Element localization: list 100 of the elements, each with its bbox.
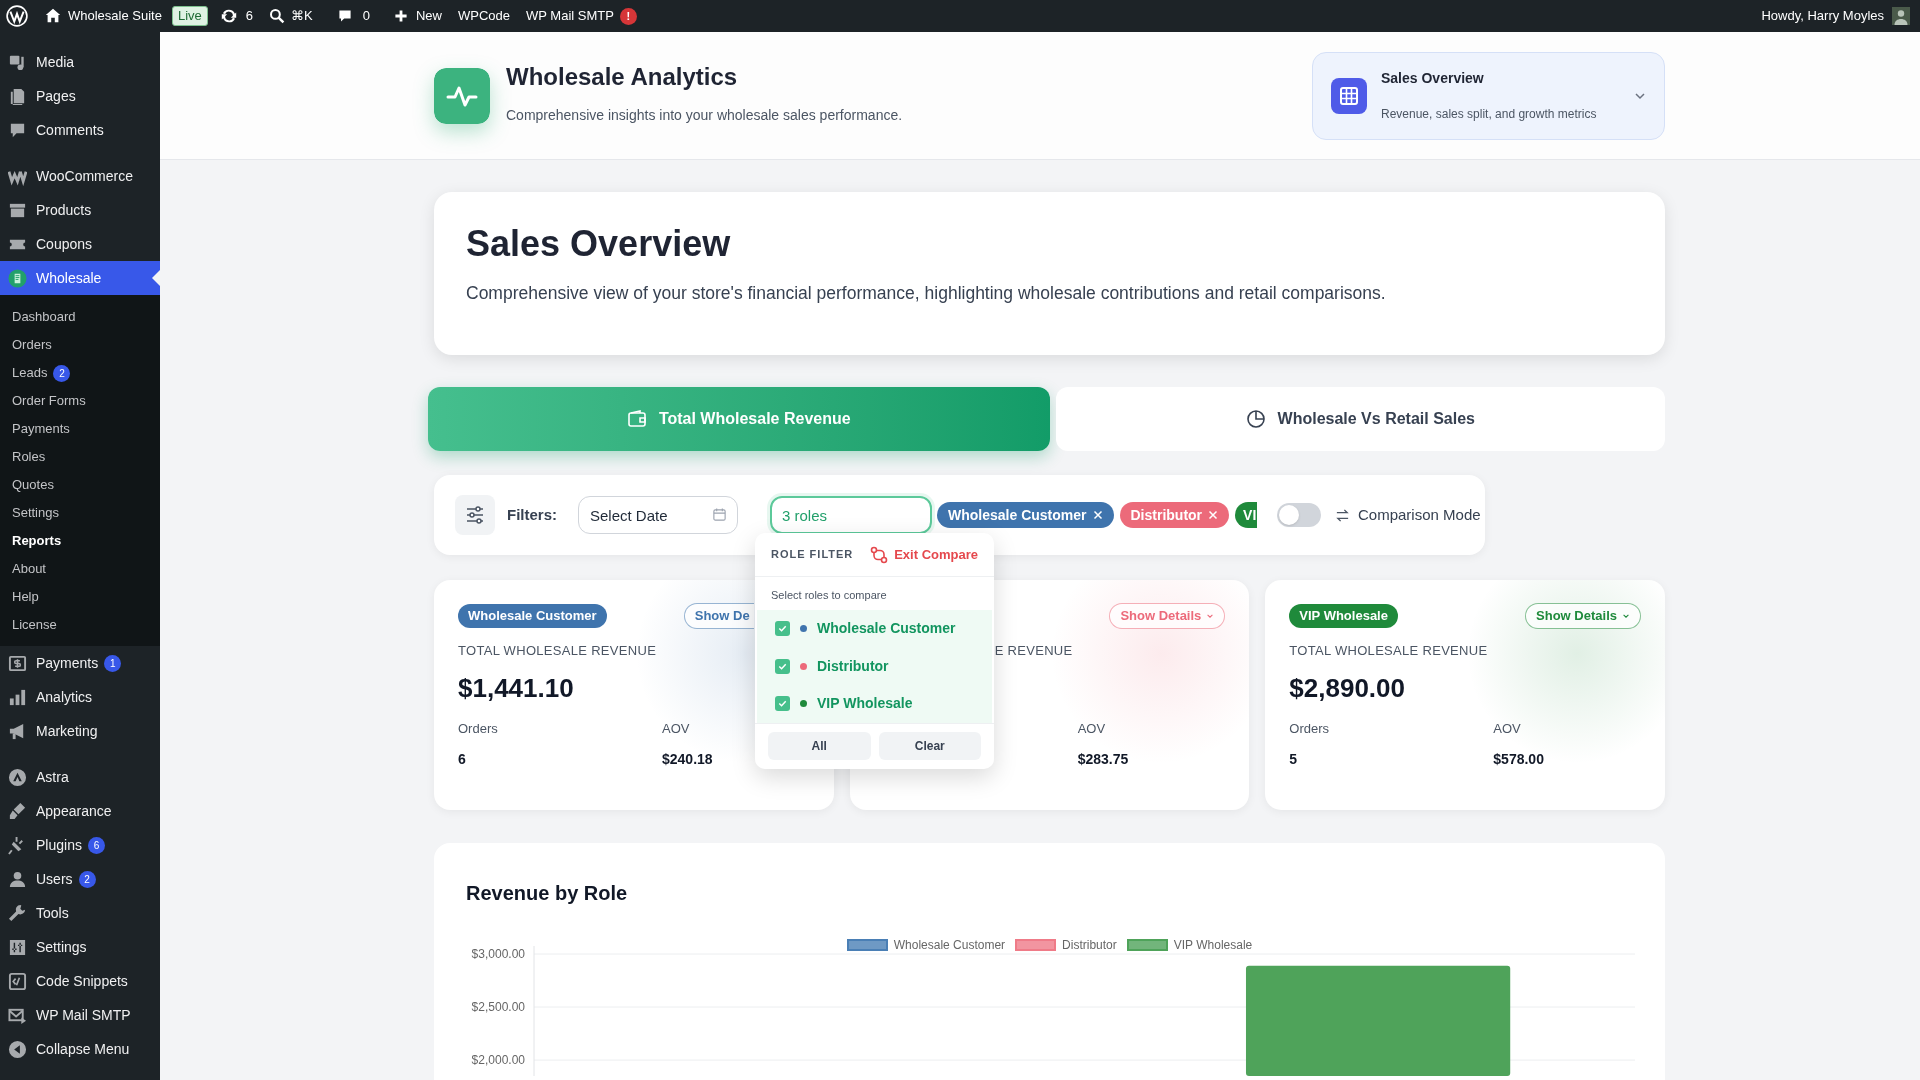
role-badge: Wholesale Customer xyxy=(458,604,607,628)
submenu-item[interactable]: About xyxy=(0,555,160,583)
user-icon xyxy=(8,869,27,889)
sidebar-item[interactable]: Products xyxy=(0,193,160,227)
section-title: Sales Overview xyxy=(466,222,732,266)
check-icon xyxy=(777,698,788,710)
legend-label[interactable]: Distributor xyxy=(1062,936,1117,954)
picker-subtitle: Revenue, sales split, and growth metrics xyxy=(1381,106,1597,123)
sidebar-item[interactable]: Pages xyxy=(0,79,160,113)
submenu-item[interactable]: Payments xyxy=(0,415,160,443)
submenu-item[interactable]: Help xyxy=(0,583,160,611)
checkbox[interactable] xyxy=(775,621,790,637)
wordpress-logo-icon[interactable] xyxy=(6,5,28,27)
menu-button[interactable]: Clear xyxy=(878,732,981,761)
sidebar-item[interactable]: Appearance xyxy=(0,794,160,828)
revenue-label: TOTAL WHOLESALE REVENUE xyxy=(1289,642,1489,660)
show-details-button[interactable]: Show De xyxy=(683,603,754,629)
submenu-item[interactable]: Leads 2 xyxy=(0,359,160,387)
sidebar-item[interactable]: Code Snippets xyxy=(0,964,160,998)
home-icon xyxy=(44,7,62,25)
submenu-item[interactable]: Reports xyxy=(0,527,160,555)
sidebar-item[interactable]: Payments 1 xyxy=(0,646,160,680)
sidebar-item[interactable]: Astra xyxy=(0,760,160,794)
submenu-item[interactable]: Orders xyxy=(0,331,160,359)
check-icon xyxy=(777,623,788,635)
new-link[interactable]: New xyxy=(393,6,442,26)
wrench-icon xyxy=(8,903,27,923)
role-chip: Wholesale Customer xyxy=(937,502,1114,528)
count-badge: 1 xyxy=(104,654,122,672)
sidebar-item[interactable]: Analytics xyxy=(0,680,160,714)
revenue-label: TOTAL WHOLESALE REVENUE xyxy=(458,642,658,660)
sidebar-item[interactable]: Comments xyxy=(0,113,160,147)
sidebar-item[interactable]: Collapse Menu xyxy=(0,1032,160,1066)
section-description: Comprehensive view of your store's financial performance, highlighting wholesale contributions and retail comparisons. xyxy=(466,282,1387,305)
toolbar-link[interactable]: WPCode xyxy=(457,6,510,26)
submenu-item[interactable]: Quotes xyxy=(0,471,160,499)
sidebar-item[interactable]: Settings xyxy=(0,930,160,964)
submenu-item[interactable]: License xyxy=(0,611,160,639)
chart-title: Revenue by Role xyxy=(466,881,629,906)
revenue-value: $2,890.00 xyxy=(1289,672,1405,703)
bar-chart-icon xyxy=(8,687,27,707)
close-icon[interactable] xyxy=(1208,510,1219,520)
avatar-icon[interactable] xyxy=(1892,7,1910,25)
submenu-item[interactable]: Order Forms xyxy=(0,387,160,415)
menu-button[interactable]: All xyxy=(768,732,871,761)
tab[interactable]: Wholesale Vs Retail Sales xyxy=(1055,387,1665,451)
sidebar-item[interactable]: Coupons xyxy=(0,227,160,261)
comparison-label: Comparison Mode xyxy=(1358,504,1481,525)
sidebar-item[interactable]: Users 2 xyxy=(0,862,160,896)
live-badge: Live xyxy=(171,6,208,26)
filter-icon[interactable] xyxy=(455,495,495,535)
sidebar-item[interactable]: Marketing xyxy=(0,714,160,748)
sidebar-item[interactable]: Plugins 6 xyxy=(0,828,160,862)
legend-label[interactable]: Wholesale Customer xyxy=(893,936,1006,954)
search-link[interactable]: ⌘K xyxy=(269,6,313,26)
paintbrush-icon xyxy=(8,801,27,821)
updates-link[interactable]: 6 xyxy=(219,6,254,26)
show-details-button[interactable]: Show Details xyxy=(1525,603,1641,629)
pointer-icon xyxy=(152,270,160,286)
sidebar-item[interactable]: Wholesale xyxy=(0,261,160,295)
filters-label: Filters: xyxy=(507,504,557,525)
revenue-label: E REVENUE xyxy=(993,642,1074,660)
wallet-icon xyxy=(626,409,647,429)
role-option[interactable]: VIP Wholesale xyxy=(757,685,992,723)
submenu-item[interactable]: Roles xyxy=(0,443,160,471)
sidebar-item[interactable]: WooCommerce xyxy=(0,159,160,193)
checkbox[interactable] xyxy=(775,696,790,712)
site-name-link[interactable]: Wholesale Suite xyxy=(44,6,162,26)
dollar-card-icon xyxy=(8,653,27,673)
stat-label: AOV xyxy=(662,720,690,736)
sidebar-item[interactable]: Tools xyxy=(0,896,160,930)
submenu-item[interactable]: Settings xyxy=(0,499,160,527)
account-link[interactable]: Howdy, Harry Moyles xyxy=(1761,6,1884,26)
role-badge: VIP Wholesale xyxy=(1289,604,1398,628)
submenu-item[interactable]: Dashboard xyxy=(0,303,160,331)
stat-label: AOV xyxy=(1493,720,1521,736)
collapse-icon xyxy=(8,1039,27,1059)
swap-icon xyxy=(1335,507,1350,523)
comparison-toggle[interactable] xyxy=(1277,503,1321,527)
sidebar-item[interactable]: WP Mail SMTP xyxy=(0,998,160,1032)
stat-label: AOV xyxy=(1077,720,1106,736)
legend-label[interactable]: VIP Wholesale xyxy=(1173,936,1253,954)
report-picker[interactable]: Sales Overview Revenue, sales split, and growth metrics xyxy=(1312,51,1665,140)
menu-title: ROLE FILTER xyxy=(771,547,854,563)
count-badge: 6 xyxy=(87,836,105,854)
search-icon xyxy=(269,8,286,24)
sidebar-item[interactable]: Media xyxy=(0,45,160,79)
axis-tick-label: $2,500.00 xyxy=(471,1000,525,1015)
close-icon[interactable] xyxy=(1092,510,1103,520)
role-option[interactable]: Wholesale Customer xyxy=(757,609,992,648)
toolbar-link[interactable]: WP Mail SMTP xyxy=(526,6,614,26)
count-badge: 2 xyxy=(78,870,96,888)
comments-link[interactable]: 0 xyxy=(336,6,370,26)
date-field[interactable]: Select Date xyxy=(578,496,738,534)
plus-icon xyxy=(393,9,408,23)
exit-compare-link[interactable]: Exit Compare xyxy=(869,544,978,565)
stat-label: Orders xyxy=(458,720,498,736)
count-badge: 2 xyxy=(53,364,71,382)
checkbox[interactable] xyxy=(775,658,790,674)
role-option[interactable]: Distributor xyxy=(757,647,992,685)
